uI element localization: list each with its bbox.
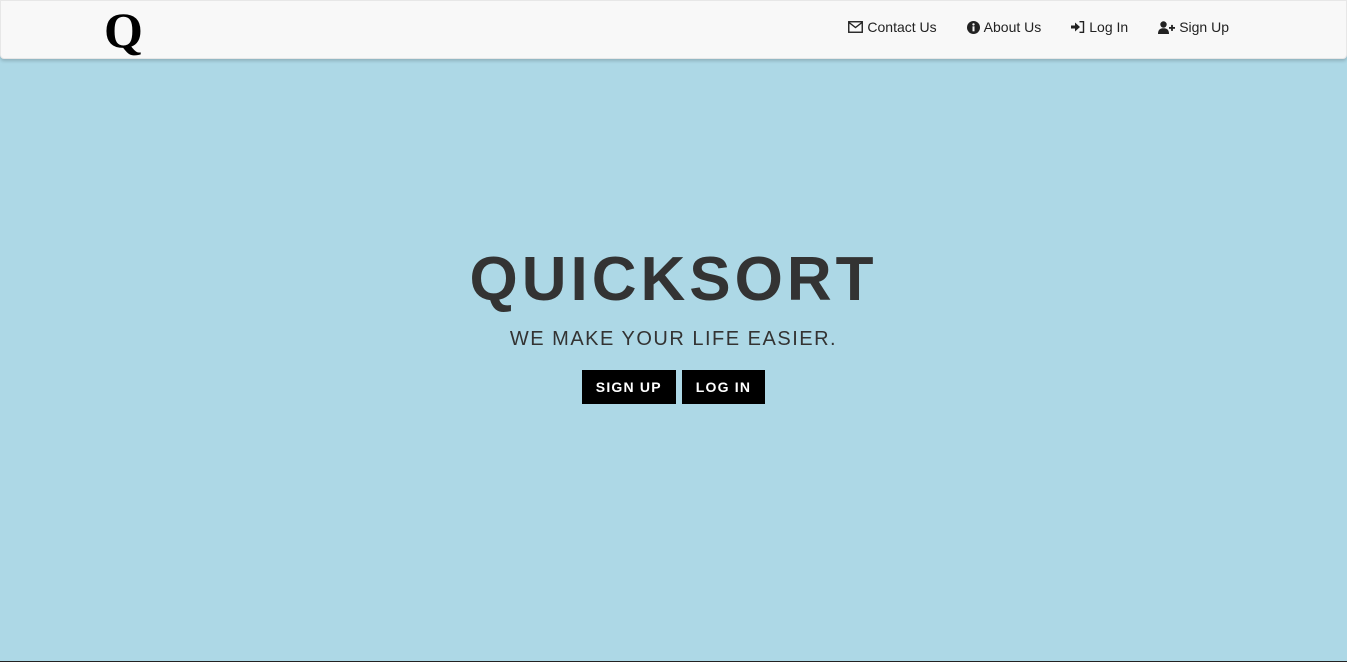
user-plus-icon [1158, 20, 1176, 34]
hero-buttons: SIGN UP LOG IN [0, 370, 1347, 404]
sign-up-button[interactable]: SIGN UP [581, 370, 676, 404]
hero-title: QUICKSORT [469, 245, 878, 314]
envelope-icon [848, 21, 864, 33]
nav-sign-up-label: Sign Up [1179, 19, 1229, 35]
info-circle-icon [966, 20, 980, 34]
nav-links: Contact Us About Us Log In Sign Up [848, 1, 1229, 53]
log-in-button[interactable]: LOG IN [681, 370, 766, 404]
navbar: Q Contact Us About Us Log In Sign Up [0, 0, 1347, 59]
nav-log-in[interactable]: Log In [1071, 19, 1128, 35]
hero-section: QUICKSORT WE MAKE YOUR LIFE EASIER. SIGN… [0, 244, 1347, 404]
brand-logo[interactable]: Q [104, 1, 143, 59]
nav-contact-us[interactable]: Contact Us [848, 19, 937, 35]
hero-subtitle: WE MAKE YOUR LIFE EASIER. [509, 328, 838, 350]
sign-in-icon [1071, 21, 1085, 33]
nav-about-us-label: About Us [983, 19, 1042, 35]
nav-log-in-label: Log In [1089, 19, 1129, 35]
nav-sign-up[interactable]: Sign Up [1158, 19, 1229, 35]
nav-contact-us-label: Contact Us [867, 19, 937, 35]
nav-about-us[interactable]: About Us [966, 19, 1042, 35]
